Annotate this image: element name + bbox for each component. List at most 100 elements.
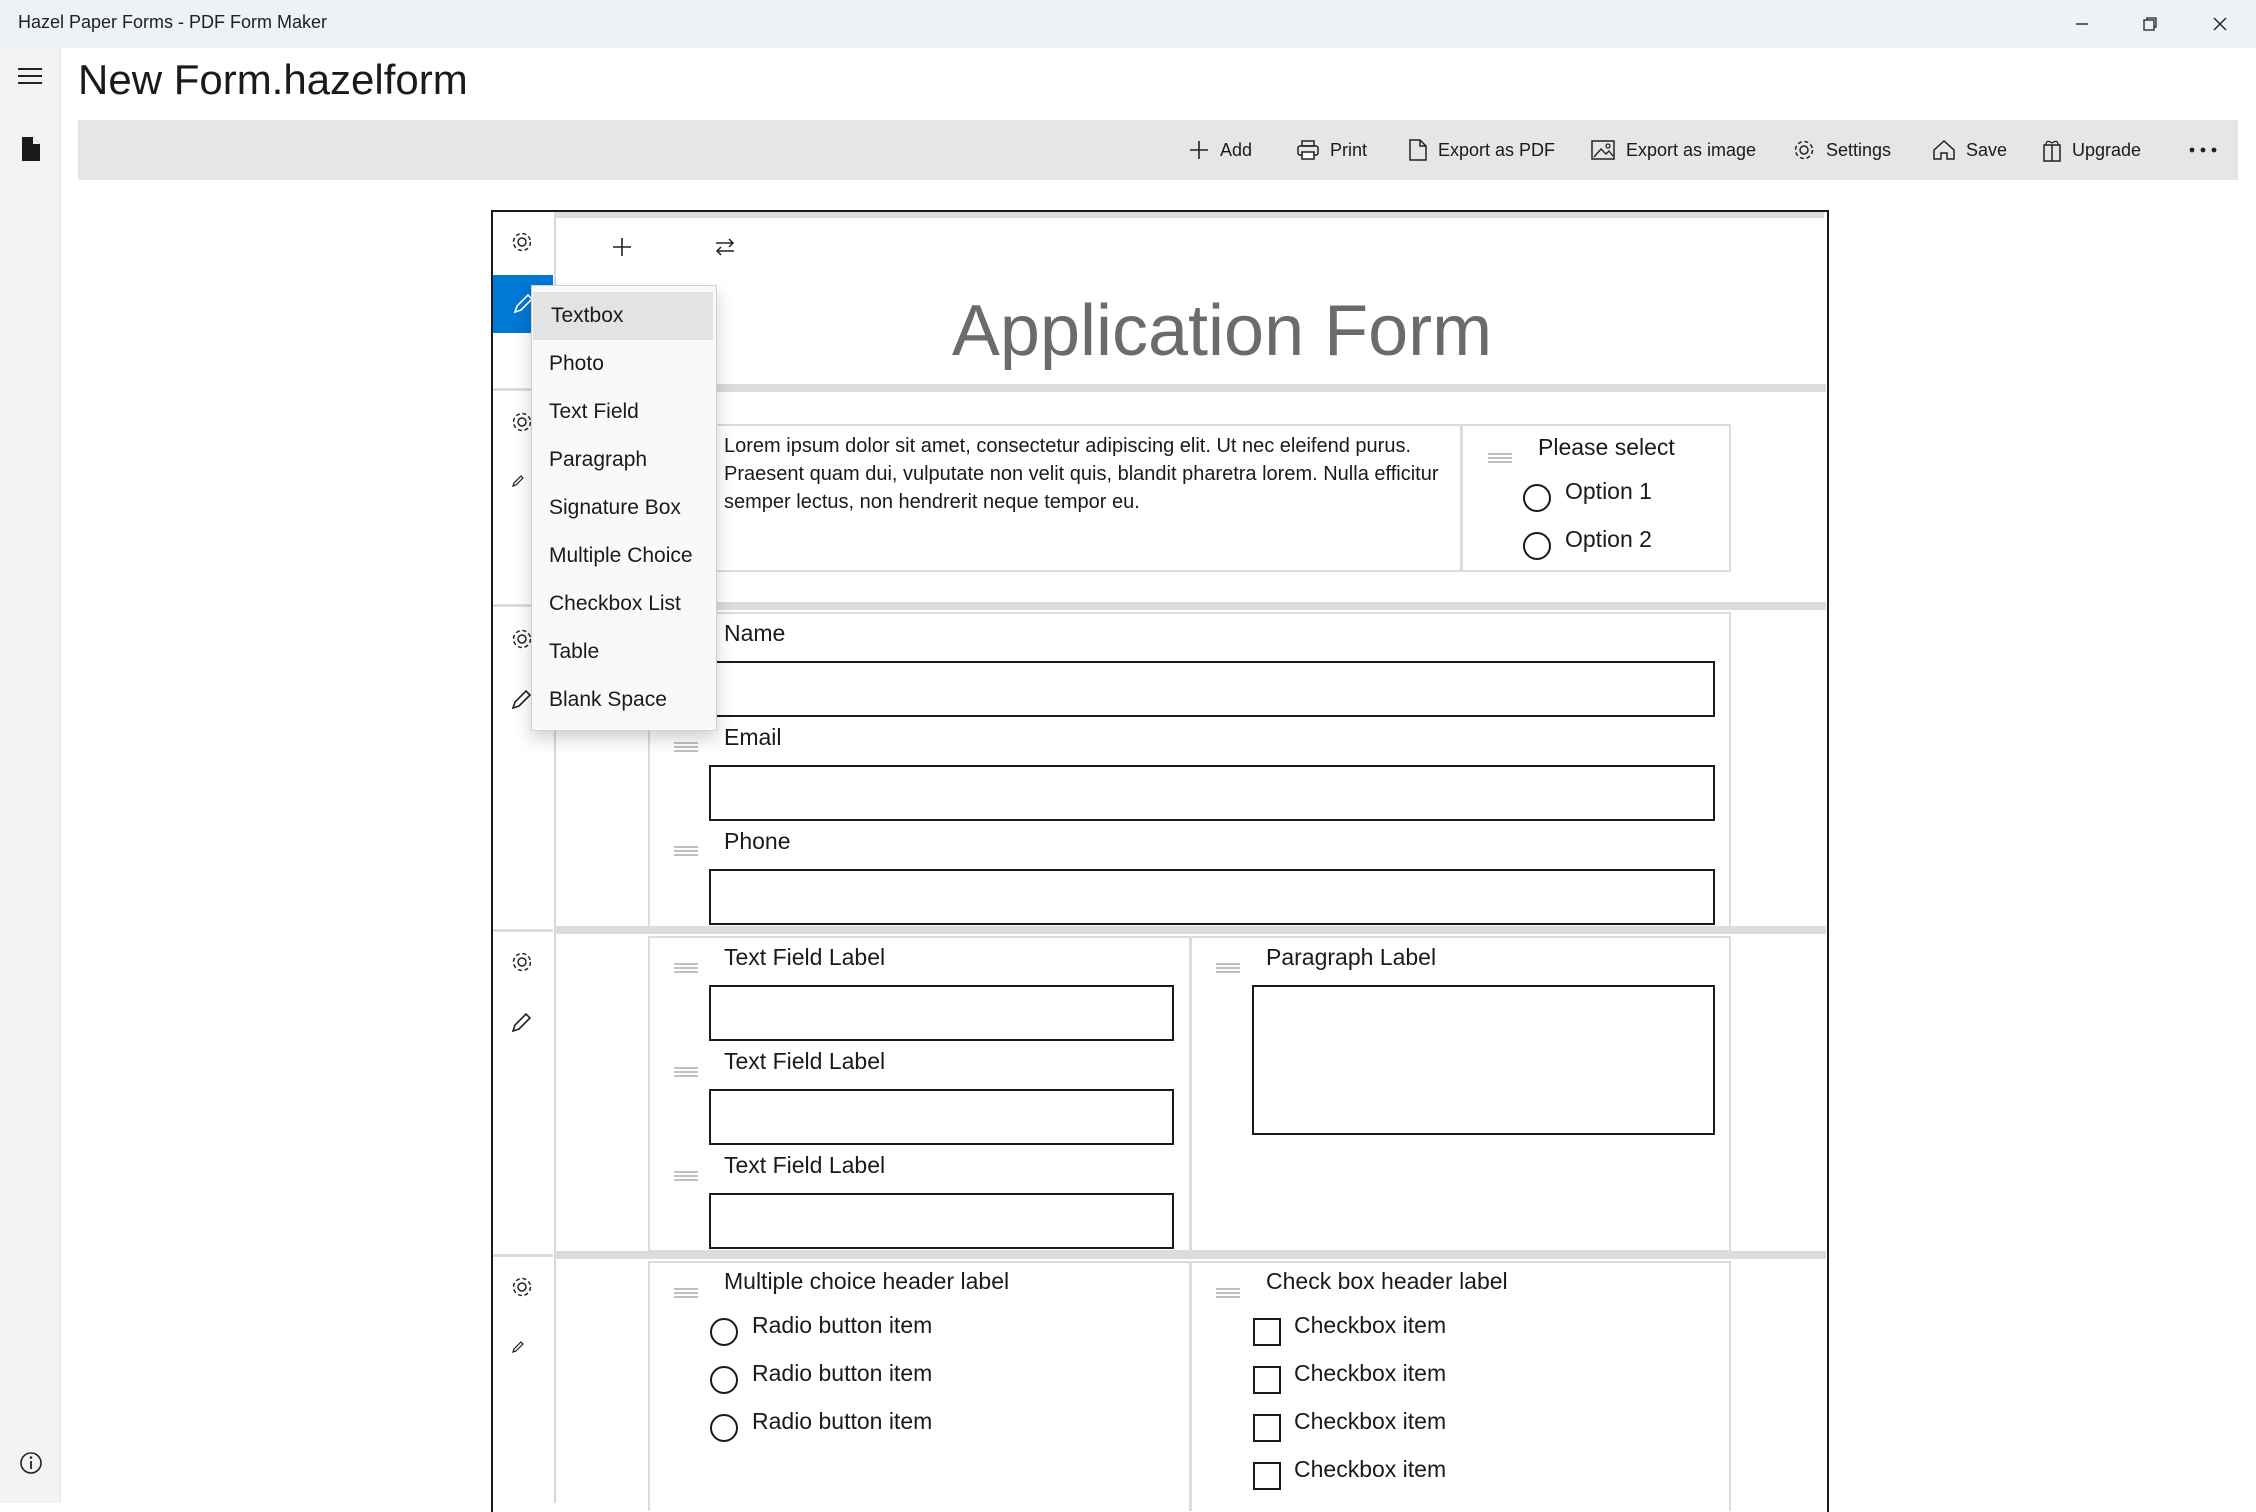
text-field[interactable] bbox=[709, 1089, 1174, 1145]
section-separator bbox=[493, 929, 553, 932]
hamburger-menu-button[interactable] bbox=[16, 64, 44, 88]
upgrade-button[interactable]: Upgrade bbox=[2042, 120, 2141, 180]
pencil-icon bbox=[511, 1012, 532, 1033]
radio-button[interactable] bbox=[1523, 532, 1551, 560]
text-field-label: Text Field Label bbox=[724, 1048, 886, 1074]
drag-handle-icon[interactable] bbox=[674, 1066, 698, 1078]
option-label: Option 2 bbox=[1565, 526, 1652, 552]
gear-icon bbox=[512, 952, 532, 972]
navigation-rail bbox=[0, 48, 61, 1503]
menu-item-text-field[interactable]: Text Field bbox=[531, 388, 715, 436]
section-edit-button[interactable] bbox=[511, 1340, 525, 1354]
save-button[interactable]: Save bbox=[1932, 120, 2007, 180]
more-icon bbox=[2189, 147, 2217, 153]
select-label: Please select bbox=[1538, 434, 1675, 460]
radio-button[interactable] bbox=[710, 1366, 738, 1394]
close-icon bbox=[2213, 17, 2227, 31]
gear-icon bbox=[1794, 140, 1814, 160]
intro-text: Lorem ipsum dolor sit amet, consectetur … bbox=[724, 435, 1439, 513]
gear-icon bbox=[512, 232, 532, 252]
radio-button[interactable] bbox=[710, 1414, 738, 1442]
checkbox-item-label: Checkbox item bbox=[1294, 1360, 1447, 1386]
upgrade-label: Upgrade bbox=[2072, 139, 2142, 160]
checkbox[interactable] bbox=[1253, 1414, 1281, 1442]
checkbox[interactable] bbox=[1253, 1462, 1281, 1490]
checkbox-item-label: Checkbox item bbox=[1294, 1408, 1447, 1434]
drag-handle-icon[interactable] bbox=[1488, 452, 1512, 464]
export-pdf-label: Export as PDF bbox=[1438, 139, 1556, 160]
radio-item-label: Radio button item bbox=[752, 1360, 933, 1386]
field-label: Email bbox=[724, 724, 782, 750]
drag-handle-icon[interactable] bbox=[674, 845, 698, 857]
option-label: Option 1 bbox=[1565, 478, 1652, 504]
info-icon bbox=[20, 1452, 42, 1474]
section-settings-button[interactable] bbox=[510, 950, 534, 974]
drag-handle-icon[interactable] bbox=[674, 741, 698, 753]
menu-item-textbox[interactable]: Textbox bbox=[533, 292, 713, 340]
plus-icon bbox=[613, 238, 631, 256]
menu-item-blank-space[interactable]: Blank Space bbox=[531, 676, 715, 724]
text-field[interactable] bbox=[709, 1193, 1174, 1249]
checkbox-item-label: Checkbox item bbox=[1294, 1456, 1447, 1482]
export-image-label: Export as image bbox=[1626, 139, 1757, 160]
gift-icon bbox=[2043, 140, 2061, 162]
swap-button[interactable] bbox=[713, 236, 737, 258]
restore-icon bbox=[2143, 17, 2157, 31]
radio-button[interactable] bbox=[710, 1318, 738, 1346]
section-edit-button[interactable] bbox=[509, 1011, 533, 1035]
section-edit-button[interactable] bbox=[509, 688, 533, 712]
image-icon bbox=[1591, 140, 1615, 160]
text-field-label: Text Field Label bbox=[724, 944, 886, 970]
restore-button[interactable] bbox=[2116, 0, 2184, 48]
settings-button[interactable]: Settings bbox=[1792, 120, 1891, 180]
section-settings-button[interactable] bbox=[510, 1275, 534, 1299]
drag-handle-icon[interactable] bbox=[1216, 962, 1240, 974]
radio-button[interactable] bbox=[1523, 484, 1551, 512]
checkbox-header: Check box header label bbox=[1266, 1268, 1508, 1294]
pencil-icon bbox=[512, 1341, 524, 1353]
document-nav-button[interactable] bbox=[20, 136, 42, 162]
drag-handle-icon[interactable] bbox=[674, 962, 698, 974]
print-button[interactable]: Print bbox=[1296, 120, 1367, 180]
email-field[interactable] bbox=[709, 765, 1715, 821]
menu-item-paragraph[interactable]: Paragraph bbox=[531, 436, 715, 484]
section-edit-button[interactable] bbox=[511, 474, 525, 488]
text-field[interactable] bbox=[709, 985, 1174, 1041]
section-settings-button[interactable] bbox=[510, 230, 534, 254]
menu-item-checkbox-list[interactable]: Checkbox List bbox=[531, 580, 715, 628]
export-pdf-button[interactable]: Export as PDF bbox=[1408, 120, 1555, 180]
section-separator bbox=[555, 1251, 1826, 1259]
checkbox[interactable] bbox=[1253, 1366, 1281, 1394]
text-field-label: Text Field Label bbox=[724, 1152, 886, 1178]
paragraph-field[interactable] bbox=[1252, 985, 1715, 1135]
field-label: Phone bbox=[724, 828, 791, 854]
drag-handle-icon[interactable] bbox=[674, 1170, 698, 1182]
phone-field[interactable] bbox=[709, 869, 1715, 925]
menu-item-photo[interactable]: Photo bbox=[531, 340, 715, 388]
radio-item-label: Radio button item bbox=[752, 1408, 933, 1434]
multiple-choice-header: Multiple choice header label bbox=[724, 1268, 1010, 1294]
document-icon bbox=[22, 137, 40, 161]
section-separator bbox=[555, 602, 1826, 610]
menu-item-table[interactable]: Table bbox=[531, 628, 715, 676]
field-label: Name bbox=[724, 620, 786, 646]
name-field[interactable] bbox=[709, 661, 1715, 717]
minimize-button[interactable] bbox=[2048, 0, 2116, 48]
close-button[interactable] bbox=[2186, 0, 2254, 48]
export-image-button[interactable]: Export as image bbox=[1590, 120, 1756, 180]
info-button[interactable] bbox=[18, 1450, 44, 1476]
add-button[interactable]: Add bbox=[1188, 120, 1252, 180]
pencil-icon bbox=[511, 689, 532, 710]
menu-item-multiple-choice[interactable]: Multiple Choice bbox=[531, 532, 715, 580]
add-element-button[interactable] bbox=[611, 236, 633, 258]
printer-icon bbox=[1297, 140, 1319, 160]
drag-handle-icon[interactable] bbox=[674, 1287, 698, 1299]
form-title[interactable]: Application Form bbox=[555, 290, 1889, 372]
checkbox[interactable] bbox=[1253, 1318, 1281, 1346]
swap-icon bbox=[715, 238, 735, 256]
drag-handle-icon[interactable] bbox=[1216, 1287, 1240, 1299]
more-options-button[interactable] bbox=[2188, 120, 2218, 180]
menu-item-signature-box[interactable]: Signature Box bbox=[531, 484, 715, 532]
home-icon bbox=[1933, 139, 1955, 160]
add-label: Add bbox=[1220, 139, 1253, 160]
